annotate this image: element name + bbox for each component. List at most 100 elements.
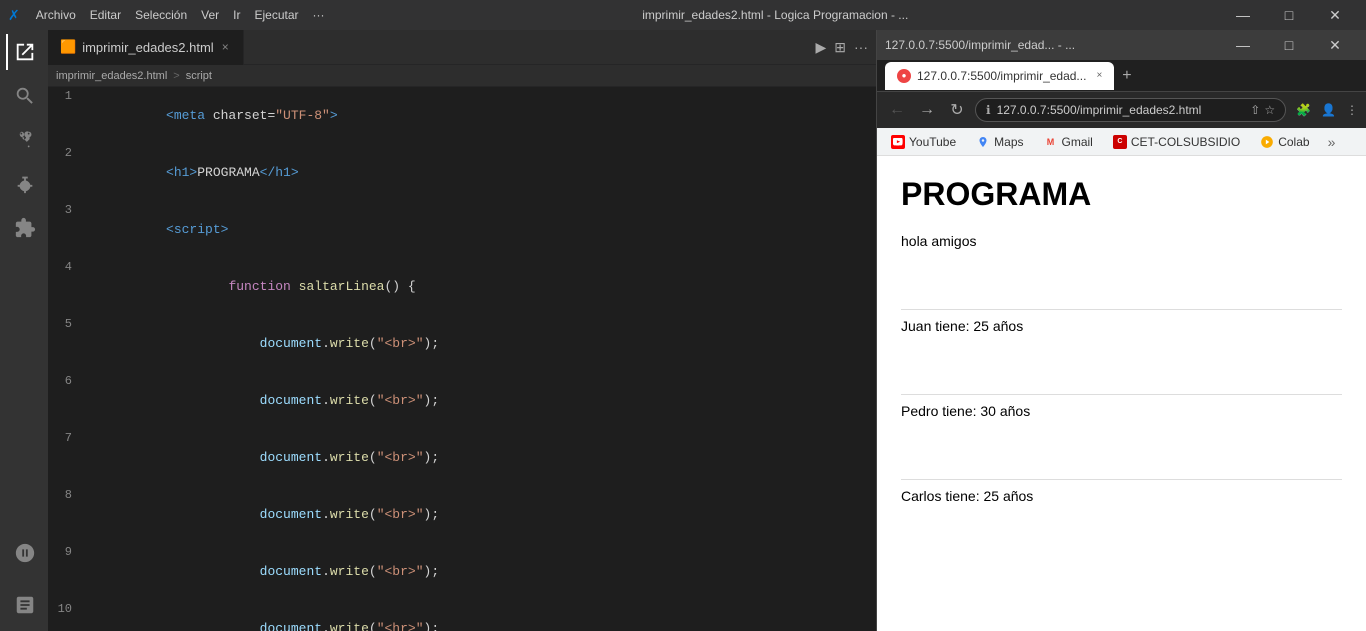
bookmark-youtube[interactable]: YouTube (885, 133, 962, 151)
window-controls: — □ ✕ (1220, 0, 1358, 30)
browser-content: PROGRAMA hola amigos Juan tiene: 25 años… (877, 156, 1366, 631)
tab-bar: 🟧 imprimir_edades2.html × ▶ ⊞ ··· (48, 30, 876, 65)
activity-debug[interactable] (6, 166, 42, 202)
code-line-6: 6 document.write("<br>"); (48, 372, 876, 429)
forward-button[interactable]: → (915, 101, 939, 119)
bookmark-colab[interactable]: Colab (1254, 133, 1315, 151)
code-line-1: 1 <meta charset="UTF-8"> (48, 87, 876, 144)
browser-tab-close[interactable]: × (1096, 70, 1102, 81)
browser-nav-bar: ← → ↻ ℹ 127.0.0.7:5500/imprimir_edades2.… (877, 92, 1366, 128)
titlebar-menus: Archivo Editar Selección Ver Ir Ejecutar… (30, 6, 331, 24)
page-line-pedro: Pedro tiene: 30 años (901, 403, 1342, 480)
code-line-3: 3 <script> (48, 201, 876, 258)
editor-more-icon[interactable]: ··· (854, 39, 868, 55)
code-line-2: 2 <h1>PROGRAMA</h1> (48, 144, 876, 201)
activity-python[interactable] (6, 535, 42, 571)
code-line-7: 7 document.write("<br>"); (48, 429, 876, 486)
browser-titlebar-text: 127.0.0.7:5500/imprimir_edad... - ... (885, 38, 1212, 52)
browser-new-tab-button[interactable]: + (1122, 67, 1131, 85)
bookmarks-bar: YouTube Maps M Gmail C CET-COLSUBSIDIO (877, 128, 1366, 156)
line-number-1: 1 (48, 87, 88, 144)
browser-tab-favicon: ● (897, 69, 911, 83)
line-content-1: <meta charset="UTF-8"> (88, 87, 876, 144)
menu-editar[interactable]: Editar (84, 6, 127, 24)
menu-more[interactable]: ··· (307, 6, 331, 24)
browser-maximize[interactable]: □ (1266, 30, 1312, 60)
browser-minimize[interactable]: — (1220, 30, 1266, 60)
bookmarks-more-button[interactable]: » (1328, 134, 1336, 150)
address-icons: ⇧ ☆ (1250, 103, 1275, 117)
breadcrumb-script[interactable]: script (186, 70, 212, 82)
code-line-4: 4 function saltarLinea() { (48, 258, 876, 315)
browser-titlebar: 127.0.0.7:5500/imprimir_edad... - ... — … (877, 30, 1366, 60)
code-line-8: 8 document.write("<br>"); (48, 486, 876, 543)
code-line-9: 9 document.write("<br>"); (48, 543, 876, 600)
bookmark-star-icon[interactable]: ☆ (1264, 103, 1275, 117)
url-text: 127.0.0.7:5500/imprimir_edades2.html (997, 103, 1245, 117)
menu-archivo[interactable]: Archivo (30, 6, 82, 24)
editor-split-icon[interactable]: ⊞ (834, 39, 846, 56)
bookmark-colab-label: Colab (1278, 135, 1309, 149)
titlebar-left: ✗ Archivo Editar Selección Ver Ir Ejecut… (8, 6, 331, 24)
activity-extensions[interactable] (6, 210, 42, 246)
main-container: 🟧 imprimir_edades2.html × ▶ ⊞ ··· imprim… (0, 30, 1366, 631)
extensions-icon[interactable]: 🧩 (1296, 103, 1311, 117)
editor-area: 🟧 imprimir_edades2.html × ▶ ⊞ ··· imprim… (48, 30, 876, 631)
page-line-carlos: Carlos tiene: 25 años (901, 488, 1342, 564)
address-bar[interactable]: ℹ 127.0.0.7:5500/imprimir_edades2.html ⇧… (975, 98, 1286, 122)
page-line-juan: Juan tiene: 25 años (901, 318, 1342, 395)
browser-tab-bar: ● 127.0.0.7:5500/imprimir_edad... × + (877, 60, 1366, 92)
menu-icon[interactable]: ⋮ (1346, 103, 1358, 117)
activity-search[interactable] (6, 78, 42, 114)
browser-close[interactable]: ✕ (1312, 30, 1358, 60)
editor-tab[interactable]: 🟧 imprimir_edades2.html × (48, 30, 244, 65)
cet-favicon: C (1113, 135, 1127, 149)
security-icon: ℹ (986, 103, 991, 117)
reload-button[interactable]: ↻ (945, 100, 969, 120)
code-line-10: 10 document.write("<hr>"); (48, 600, 876, 631)
bookmark-gmail-label: Gmail (1062, 135, 1093, 149)
breadcrumb-file[interactable]: imprimir_edades2.html (56, 70, 167, 82)
bookmark-maps[interactable]: Maps (970, 133, 1029, 151)
page-heading: PROGRAMA (901, 176, 1342, 213)
window-title: imprimir_edades2.html - Logica Programac… (339, 8, 1212, 22)
page-line-hola: hola amigos (901, 233, 1342, 310)
profile-icon[interactable]: 👤 (1321, 103, 1336, 117)
youtube-favicon (891, 135, 905, 149)
bookmark-gmail[interactable]: M Gmail (1038, 133, 1099, 151)
tab-close-button[interactable]: × (220, 38, 231, 56)
bookmark-cet[interactable]: C CET-COLSUBSIDIO (1107, 133, 1246, 151)
vscode-icon: ✗ (8, 7, 20, 24)
tab-label: imprimir_edades2.html (82, 40, 214, 55)
breadcrumb-bar: imprimir_edades2.html > script (48, 65, 876, 87)
close-button[interactable]: ✕ (1312, 0, 1358, 30)
tab-file-icon: 🟧 (60, 39, 76, 55)
code-editor[interactable]: 1 <meta charset="UTF-8"> 2 <h1>PROGRAMA<… (48, 87, 876, 631)
code-line-5: 5 document.write("<br>"); (48, 315, 876, 372)
menu-ver[interactable]: Ver (195, 6, 225, 24)
colab-favicon (1260, 135, 1274, 149)
breadcrumb-sep1: > (173, 70, 179, 82)
share-icon[interactable]: ⇧ (1250, 103, 1260, 117)
bookmark-maps-label: Maps (994, 135, 1023, 149)
activity-explorer[interactable] (6, 34, 42, 70)
editor-run-icon[interactable]: ▶ (815, 39, 826, 56)
browser-active-tab[interactable]: ● 127.0.0.7:5500/imprimir_edad... × (885, 62, 1114, 90)
titlebar: ✗ Archivo Editar Selección Ver Ir Ejecut… (0, 0, 1366, 30)
browser-tab-label: 127.0.0.7:5500/imprimir_edad... (917, 69, 1086, 83)
menu-ir[interactable]: Ir (227, 6, 246, 24)
browser-window-controls: — □ ✕ (1220, 30, 1358, 60)
menu-seleccion[interactable]: Selección (129, 6, 193, 24)
maximize-button[interactable]: □ (1266, 0, 1312, 30)
minimize-button[interactable]: — (1220, 0, 1266, 30)
menu-ejecutar[interactable]: Ejecutar (249, 6, 305, 24)
activity-remote[interactable] (6, 587, 42, 623)
bookmark-youtube-label: YouTube (909, 135, 956, 149)
activity-bar (0, 30, 48, 631)
maps-favicon (976, 135, 990, 149)
bookmark-cet-label: CET-COLSUBSIDIO (1131, 135, 1240, 149)
activity-git[interactable] (6, 122, 42, 158)
back-button[interactable]: ← (885, 101, 909, 119)
browser-panel: 127.0.0.7:5500/imprimir_edad... - ... — … (876, 30, 1366, 631)
gmail-favicon: M (1044, 135, 1058, 149)
